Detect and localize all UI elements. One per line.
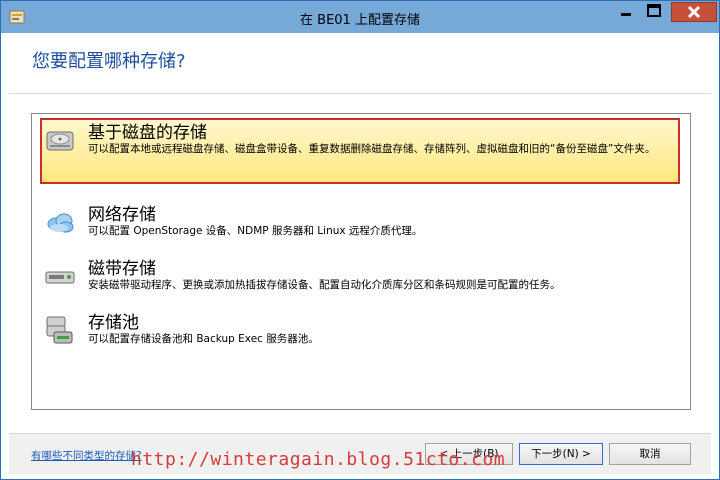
option-storage-pool[interactable]: 存储池 可以配置存储设备池和 Backup Exec 服务器池。 <box>40 308 680 348</box>
watermark-text: http://winteragain.blog.51cto.com <box>131 449 506 470</box>
storage-types-help-link[interactable]: 有哪些不同类型的存储? <box>31 448 142 463</box>
option-tape-storage[interactable]: 磁带存储 安装磁带驱动程序、更换或添加热插拔存储设备、配置自动化介质库分区和条码… <box>40 254 680 294</box>
title-bar: 在 BE01 上配置存储 <box>1 1 719 33</box>
option-description: 可以配置本地或远程磁盘存储、磁盘盒带设备、重复数据删除磁盘存储、存储阵列、虚拟磁… <box>88 143 656 155</box>
wizard-content: 您要配置哪种存储? 基于磁盘的存储 可以配置本地或远程磁盘存储、磁盘盒带设备、重… <box>9 33 711 474</box>
option-title: 存储池 <box>88 313 139 333</box>
option-title: 基于磁盘的存储 <box>88 123 207 143</box>
next-button[interactable]: 下一步(N) > <box>519 443 603 465</box>
page-heading: 您要配置哪种存储? <box>32 51 186 72</box>
window-title: 在 BE01 上配置存储 <box>300 13 420 28</box>
cloud-icon <box>44 206 76 238</box>
option-network-storage[interactable]: 网络存储 可以配置 OpenStorage 设备、NDMP 服务器和 Linux… <box>40 200 680 240</box>
option-description: 可以配置 OpenStorage 设备、NDMP 服务器和 Linux 远程介质… <box>88 225 423 237</box>
maximize-button[interactable] <box>641 2 667 22</box>
option-title: 磁带存储 <box>88 259 156 279</box>
dialog-window: 在 BE01 上配置存储 您要配置哪种存储? 基于磁盘的存储 可以配置本地或远程… <box>0 0 720 480</box>
disk-icon <box>44 124 76 156</box>
storage-pool-icon <box>44 314 76 346</box>
minimize-button[interactable] <box>613 2 639 22</box>
storage-options-list: 基于磁盘的存储 可以配置本地或远程磁盘存储、磁盘盒带设备、重复数据删除磁盘存储、… <box>31 113 691 410</box>
option-disk-storage[interactable]: 基于磁盘的存储 可以配置本地或远程磁盘存储、磁盘盒带设备、重复数据删除磁盘存储、… <box>40 118 680 184</box>
close-button[interactable] <box>671 2 717 22</box>
cancel-button[interactable]: 取消 <box>609 443 691 465</box>
header-divider <box>9 93 711 94</box>
tape-drive-icon <box>44 260 76 292</box>
option-title: 网络存储 <box>88 205 156 225</box>
option-description: 可以配置存储设备池和 Backup Exec 服务器池。 <box>88 333 319 345</box>
option-description: 安装磁带驱动程序、更换或添加热插拔存储设备、配置自动化介质库分区和条码规则是可配… <box>88 279 561 291</box>
